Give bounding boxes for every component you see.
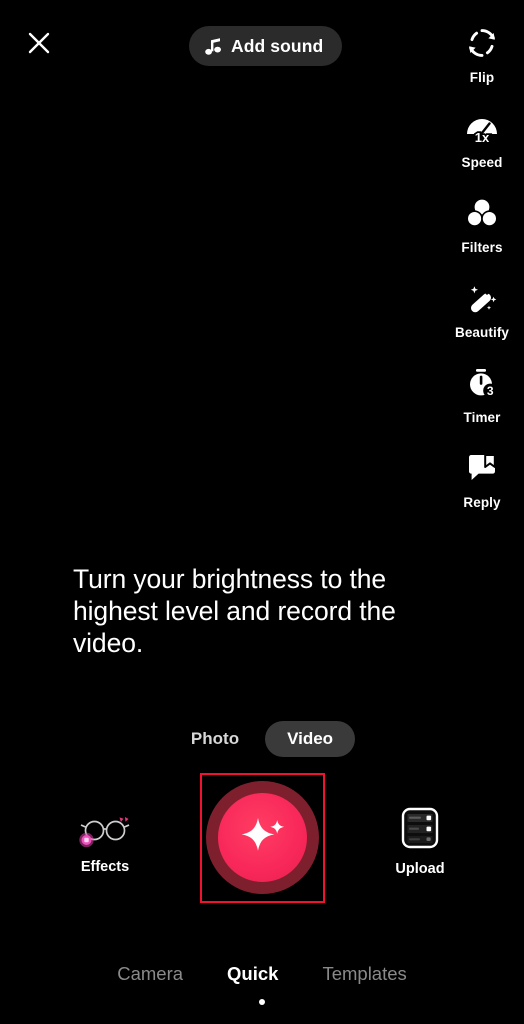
- nav-tab-camera[interactable]: Camera: [117, 963, 183, 985]
- upload-gallery-icon: [401, 807, 439, 849]
- effects-label: Effects: [80, 859, 130, 875]
- record-button[interactable]: [206, 778, 319, 896]
- sparkle-star-icon: [241, 818, 284, 851]
- stopwatch-icon: 3: [461, 362, 503, 404]
- mode-video[interactable]: Video: [265, 721, 356, 757]
- add-sound-button[interactable]: Add sound: [189, 26, 343, 66]
- upload-label: Upload: [395, 861, 445, 877]
- speedometer-icon: 1x: [461, 107, 503, 149]
- magic-wand-icon: [461, 277, 503, 319]
- page-indicator-dot: [0, 999, 524, 1005]
- capture-mode-toggle: Photo Video: [0, 721, 524, 757]
- tool-beautify-label: Beautify: [454, 325, 510, 340]
- instruction-text: Turn your brightness to the highest leve…: [73, 564, 396, 658]
- tool-timer[interactable]: 3 Timer: [440, 362, 524, 425]
- nav-tab-quick[interactable]: Quick: [227, 963, 278, 985]
- tool-speed-label: Speed: [461, 155, 503, 170]
- close-icon: [28, 32, 50, 54]
- tool-flip[interactable]: Flip: [440, 22, 524, 85]
- reply-bubble-icon: [461, 447, 503, 489]
- tool-reply-label: Reply: [463, 495, 501, 510]
- tool-beautify[interactable]: Beautify: [440, 277, 524, 340]
- flip-camera-icon: [461, 22, 503, 64]
- close-button[interactable]: [22, 26, 56, 60]
- filters-circles-icon: [461, 192, 503, 234]
- tool-reply[interactable]: Reply: [440, 447, 524, 510]
- svg-text:3: 3: [487, 384, 494, 398]
- camera-screen: Add sound Flip 1x Speed Filters Beautify…: [0, 0, 524, 1024]
- nav-tab-templates[interactable]: Templates: [322, 963, 406, 985]
- mode-photo[interactable]: Photo: [169, 721, 261, 757]
- tool-filters[interactable]: Filters: [440, 192, 524, 255]
- tool-rail: Flip 1x Speed Filters Beautify 3 Timer R…: [440, 22, 524, 532]
- tool-timer-label: Timer: [463, 410, 501, 425]
- shutter-row: Effects Upload: [0, 773, 524, 903]
- effects-button[interactable]: Effects: [63, 811, 147, 875]
- music-note-icon: [205, 37, 221, 55]
- tool-speed[interactable]: 1x Speed: [440, 107, 524, 170]
- tool-flip-label: Flip: [469, 70, 495, 85]
- upload-button[interactable]: Upload: [378, 805, 462, 877]
- svg-text:1x: 1x: [475, 130, 490, 144]
- tool-filters-label: Filters: [461, 240, 503, 255]
- effects-glasses-icon: [79, 817, 130, 848]
- record-ring: [206, 780, 319, 894]
- bottom-nav: Camera Quick Templates: [0, 963, 524, 985]
- add-sound-label: Add sound: [231, 35, 324, 56]
- record-core: [218, 792, 307, 882]
